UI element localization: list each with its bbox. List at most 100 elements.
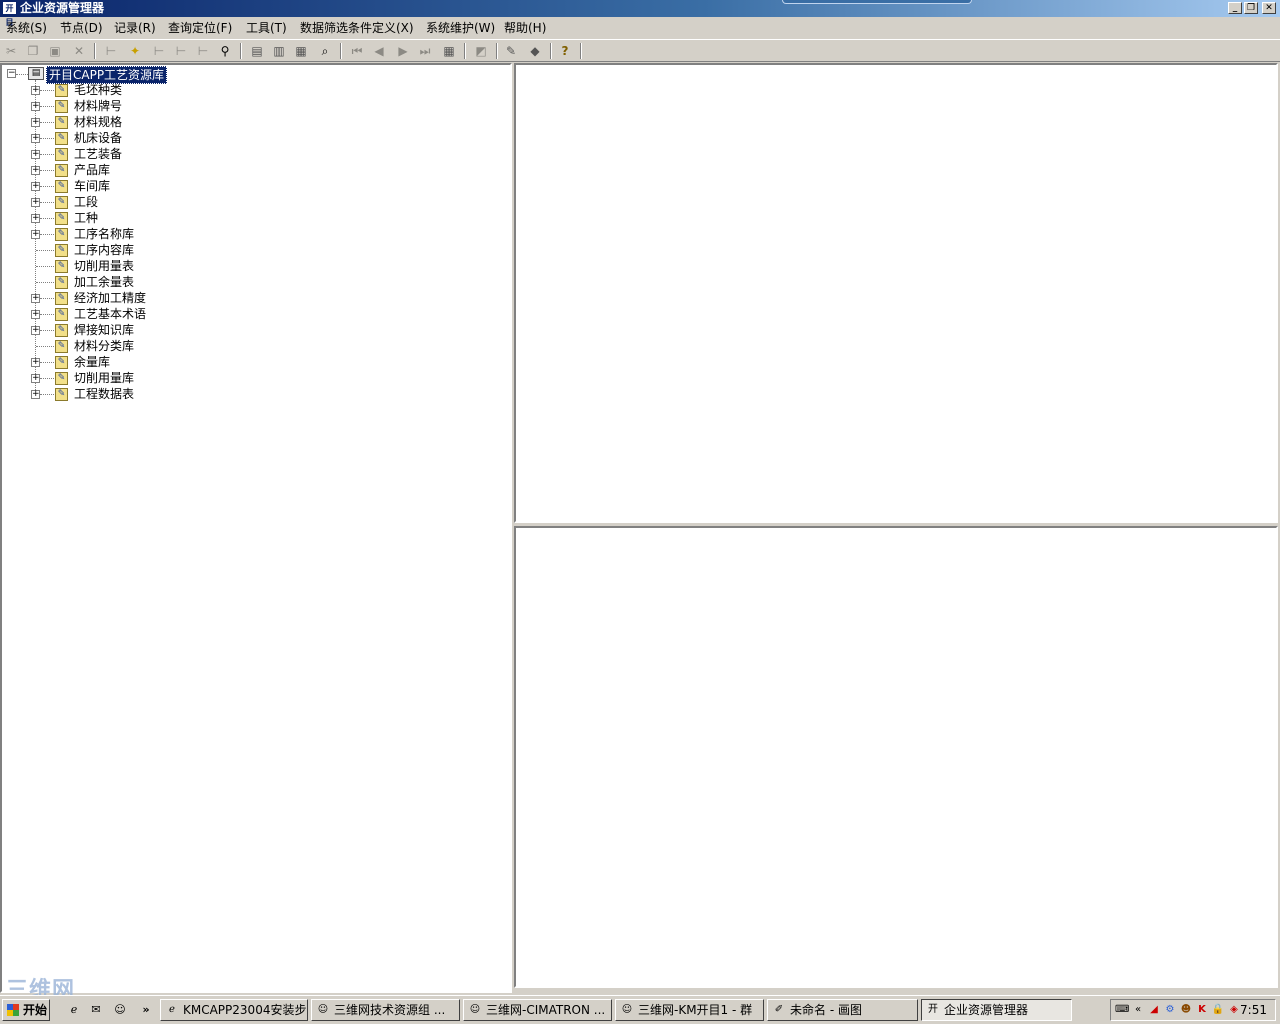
- menu-record[interactable]: 记录(R): [114, 20, 156, 36]
- menu-system[interactable]: 系统(S): [6, 20, 47, 36]
- menu-help[interactable]: 帮助(H): [504, 20, 546, 36]
- tree-item-label: 加工余量表: [74, 275, 135, 289]
- table-node-icon: ✎: [55, 244, 68, 257]
- expand-icon[interactable]: +: [31, 166, 40, 175]
- antivirus-icon[interactable]: ◢: [1147, 1003, 1161, 1017]
- expand-icon[interactable]: +: [31, 326, 40, 335]
- first-record-icon[interactable]: ⏮: [348, 42, 366, 60]
- menu-query[interactable]: 查询定位(F): [168, 20, 232, 36]
- expand-icon[interactable]: +: [31, 150, 40, 159]
- properties-icon[interactable]: ◩: [472, 42, 490, 60]
- expand-icon[interactable]: +: [31, 86, 40, 95]
- expand-tray-icon[interactable]: «: [1131, 1003, 1145, 1017]
- detail-pane-top[interactable]: [514, 63, 1278, 523]
- ie-icon[interactable]: ℯ: [66, 1002, 82, 1018]
- network-icon[interactable]: ⚙: [1163, 1003, 1177, 1017]
- expand-icon[interactable]: +: [31, 134, 40, 143]
- table-icon[interactable]: ▤: [248, 42, 266, 60]
- chevron-more-icon[interactable]: »: [138, 1002, 154, 1018]
- tree-connector: [40, 154, 54, 155]
- expand-icon[interactable]: +: [31, 102, 40, 111]
- k-tray-icon[interactable]: K: [1195, 1003, 1209, 1017]
- tree-add-child-icon[interactable]: ✦: [126, 42, 144, 60]
- menu-maintenance[interactable]: 系统维护(W): [426, 20, 495, 36]
- copy-icon[interactable]: ❐: [24, 42, 42, 60]
- messenger-icon[interactable]: ☺: [112, 1002, 128, 1018]
- resource-tree-panel[interactable]: − ▤ 开目CAPP工艺资源库 + ✎ 毛坯种类 + ✎ 材料牌号 + ✎ 材料规格 + ✎ 机床设备 + ✎ 工…: [0, 63, 512, 993]
- expand-icon[interactable]: +: [31, 198, 40, 207]
- taskbar-button-label: 三维网技术资源组 ...: [334, 1003, 446, 1017]
- taskbar-button[interactable]: 开企业资源管理器: [921, 999, 1072, 1021]
- paste-icon[interactable]: ▣: [46, 42, 64, 60]
- taskbar-button-label: KMCAPP23004安装步...: [183, 1003, 308, 1017]
- tree-item-label: 经济加工精度: [74, 291, 147, 305]
- tree-connector: [40, 202, 54, 203]
- pencil-icon[interactable]: ✎: [502, 42, 520, 60]
- last-record-icon[interactable]: ⏭: [416, 42, 434, 60]
- restore-button[interactable]: ❐: [1244, 2, 1258, 14]
- tree-connector: [40, 122, 54, 123]
- prev-record-icon[interactable]: ◀: [370, 42, 388, 60]
- filter-icon[interactable]: ▦: [292, 42, 310, 60]
- delete-icon[interactable]: ✕: [70, 42, 88, 60]
- minimize-button[interactable]: _: [1228, 2, 1242, 14]
- lock-icon[interactable]: 🔒: [1211, 1003, 1225, 1017]
- title-bar[interactable]: 开目 企业资源管理器 _ ❐ ✕: [0, 0, 1280, 27]
- outlook-icon[interactable]: ✉: [88, 1002, 104, 1018]
- table-node-icon: ✎: [55, 148, 68, 161]
- expand-icon[interactable]: +: [31, 230, 40, 239]
- taskbar-button[interactable]: ✐ 未命名 - 画图: [767, 999, 918, 1021]
- expand-icon[interactable]: +: [31, 358, 40, 367]
- tree-indent-icon[interactable]: ⊢: [172, 42, 190, 60]
- tree-connector: [40, 106, 54, 107]
- keyboard-icon[interactable]: ⌨: [1115, 1003, 1129, 1017]
- tree-connector: [40, 378, 54, 379]
- table-node-icon: ✎: [55, 228, 68, 241]
- expand-icon[interactable]: +: [31, 182, 40, 191]
- tree-connector: [40, 394, 54, 395]
- tree-outdent-icon[interactable]: ⊢: [194, 42, 212, 60]
- preview-icon[interactable]: ⌕: [316, 42, 334, 60]
- cut-icon[interactable]: ✂: [2, 42, 20, 60]
- toolbar-separator: [94, 43, 96, 59]
- user-tray-icon[interactable]: ☻: [1179, 1003, 1193, 1017]
- taskbar-button-label: 三维网-KM开目1 - 群: [638, 1003, 753, 1017]
- find-icon[interactable]: ⚲: [216, 42, 234, 60]
- taskbar: 开始 ℯ ✉ ☺ » ℯ KMCAPP23004安装步... ☺ 三维网技术资源组 .…: [0, 995, 1280, 1024]
- next-record-icon[interactable]: ▶: [394, 42, 412, 60]
- menu-tools[interactable]: 工具(T): [246, 20, 287, 36]
- title-decoration: [782, 0, 972, 4]
- form-icon[interactable]: ▥: [270, 42, 288, 60]
- taskbar-button[interactable]: ☺ 三维网技术资源组 ...: [311, 999, 460, 1021]
- volume-icon[interactable]: ◈: [1227, 1003, 1241, 1017]
- expand-icon[interactable]: +: [31, 118, 40, 127]
- tree-item-label: 毛坯种类: [74, 83, 123, 97]
- messenger-icon: ☺: [469, 1004, 481, 1015]
- close-button[interactable]: ✕: [1262, 2, 1276, 14]
- collapse-icon[interactable]: −: [7, 69, 16, 78]
- expand-icon[interactable]: +: [31, 294, 40, 303]
- taskbar-button[interactable]: ℯ KMCAPP23004安装步...: [160, 999, 308, 1021]
- tree-move-icon[interactable]: ⊢: [150, 42, 168, 60]
- tree-add-icon[interactable]: ⊢: [102, 42, 120, 60]
- tree-item-label: 材料规格: [74, 115, 123, 129]
- erase-icon[interactable]: ◆: [526, 42, 544, 60]
- tree-item-label: 材料分类库: [74, 339, 135, 353]
- menu-node[interactable]: 节点(D): [60, 20, 103, 36]
- grid-icon[interactable]: ▦: [440, 42, 458, 60]
- tree-connector: [40, 138, 54, 139]
- start-button[interactable]: 开始: [2, 999, 50, 1021]
- toolbar-separator: [340, 43, 342, 59]
- toolbar-separator: [580, 43, 582, 59]
- expand-icon[interactable]: +: [31, 214, 40, 223]
- expand-icon[interactable]: +: [31, 374, 40, 383]
- detail-pane-bottom[interactable]: [514, 526, 1278, 988]
- taskbar-button[interactable]: ☺ 三维网-KM开目1 - 群: [615, 999, 764, 1021]
- taskbar-button[interactable]: ☺ 三维网-CIMATRON ...: [463, 999, 612, 1021]
- menu-data-filter[interactable]: 数据筛选条件定义(X): [300, 20, 414, 36]
- table-node-icon: ✎: [55, 324, 68, 337]
- help-icon[interactable]: ?: [556, 42, 574, 60]
- expand-icon[interactable]: +: [31, 390, 40, 399]
- expand-icon[interactable]: +: [31, 310, 40, 319]
- tree-item-label: 材料牌号: [74, 99, 123, 113]
